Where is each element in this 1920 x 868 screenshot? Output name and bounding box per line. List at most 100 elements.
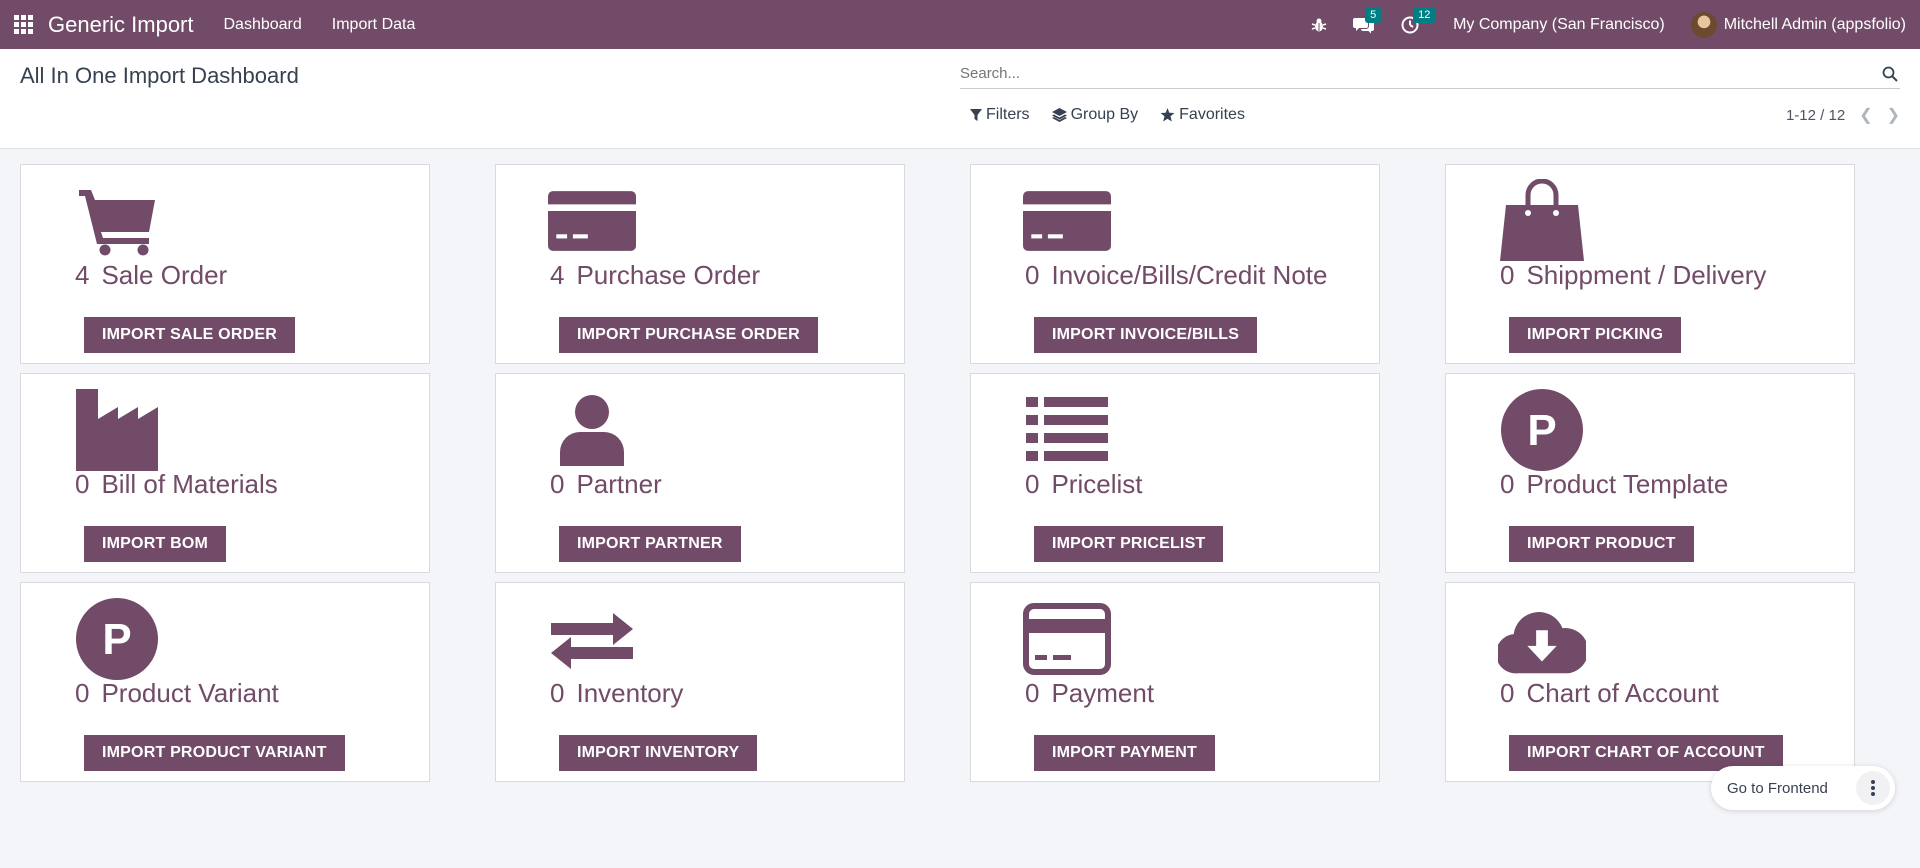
filters-button[interactable]: Filters — [970, 106, 1030, 124]
user-icon — [548, 388, 636, 472]
import-invoice-bills-button[interactable]: IMPORT INVOICE/BILLS — [1034, 317, 1258, 353]
card-title: 0 Payment — [1025, 678, 1154, 709]
group-by-label: Group By — [1070, 106, 1139, 123]
import-inventory-button[interactable]: IMPORT INVENTORY — [559, 735, 758, 771]
user-name: Mitchell Admin (appsfolio) — [1723, 15, 1906, 33]
more-options-icon[interactable] — [1856, 771, 1890, 805]
go-to-frontend-button[interactable]: Go to Frontend — [1711, 780, 1856, 797]
cart-icon — [73, 179, 161, 263]
search-input[interactable] — [960, 65, 1880, 82]
import-payment-button[interactable]: IMPORT PAYMENT — [1034, 735, 1216, 771]
card-label: Payment — [1051, 678, 1155, 708]
card-title: 0 Pricelist — [1025, 469, 1142, 500]
card-label: Product Template — [1526, 469, 1729, 499]
import-purchase-order-button[interactable]: IMPORT PURCHASE ORDER — [559, 317, 818, 353]
card-inventory: 0 Inventory IMPORT INVENTORY — [495, 582, 905, 782]
card-title: 0 Partner — [550, 469, 662, 500]
card-count: 0 — [1025, 469, 1040, 499]
card-title: 0 Invoice/Bills/Credit Note — [1025, 260, 1327, 291]
cloud-download-icon — [1498, 597, 1586, 681]
card-sale-order: 4 Sale Order IMPORT SALE ORDER — [20, 164, 430, 364]
messages-icon[interactable]: 5 — [1353, 6, 1382, 34]
card-title: 0 Inventory — [550, 678, 683, 709]
card-label: Pricelist — [1051, 469, 1143, 499]
svg-text:P: P — [102, 615, 131, 664]
pager-previous-icon[interactable]: ❮ — [1859, 105, 1872, 125]
card-product-template: P 0 Product Template IMPORT PRODUCT — [1445, 373, 1855, 573]
control-panel: All In One Import Dashboard Filters Grou… — [0, 49, 1920, 149]
bug-icon[interactable] — [1311, 17, 1327, 33]
import-product-button[interactable]: IMPORT PRODUCT — [1509, 526, 1694, 562]
search-icon[interactable] — [1880, 66, 1900, 82]
card-count: 0 — [550, 469, 565, 499]
parking-circle-icon: P — [1498, 388, 1586, 472]
credit-card-icon — [548, 179, 636, 263]
card-label: Bill of Materials — [101, 469, 278, 499]
filter-icon — [970, 108, 982, 121]
import-partner-button[interactable]: IMPORT PARTNER — [559, 526, 741, 562]
card-title: 4 Purchase Order — [550, 260, 760, 291]
card-bill-of-materials: 0 Bill of Materials IMPORT BOM — [20, 373, 430, 573]
card-label: Purchase Order — [576, 260, 760, 290]
menu-dashboard[interactable]: Dashboard — [224, 16, 302, 34]
credit-card-outline-icon — [1023, 597, 1111, 681]
group-by-button[interactable]: Group By — [1051, 106, 1139, 124]
search-bar — [960, 59, 1900, 89]
card-partner: 0 Partner IMPORT PARTNER — [495, 373, 905, 573]
card-count: 0 — [1500, 678, 1515, 708]
card-count: 0 — [75, 469, 90, 499]
credit-card-icon — [1023, 179, 1111, 263]
pager-next-icon[interactable]: ❯ — [1887, 105, 1900, 125]
parking-circle-icon: P — [73, 597, 161, 681]
search-options: Filters Group By Favorites — [970, 106, 1267, 124]
favorites-label: Favorites — [1179, 106, 1245, 123]
card-title: 0 Product Variant — [75, 678, 279, 709]
import-picking-button[interactable]: IMPORT PICKING — [1509, 317, 1682, 353]
card-label: Chart of Account — [1526, 678, 1719, 708]
import-bom-button[interactable]: IMPORT BOM — [84, 526, 226, 562]
card-count: 0 — [1025, 260, 1040, 290]
pager: 1-12 / 12 ❮ ❯ — [1786, 105, 1900, 125]
layers-icon — [1051, 108, 1067, 122]
card-label: Shippment / Delivery — [1526, 260, 1767, 290]
messages-badge: 5 — [1365, 6, 1382, 23]
user-menu[interactable]: Mitchell Admin (appsfolio) — [1690, 11, 1906, 38]
favorites-button[interactable]: Favorites — [1160, 106, 1245, 124]
card-shipment-delivery: 0 Shippment / Delivery IMPORT PICKING — [1445, 164, 1855, 364]
import-sale-order-button[interactable]: IMPORT SALE ORDER — [84, 317, 295, 353]
company-switcher[interactable]: My Company (San Francisco) — [1453, 16, 1665, 34]
star-icon — [1160, 108, 1175, 122]
card-label: Sale Order — [101, 260, 228, 290]
card-count: 0 — [1500, 469, 1515, 499]
menu-import-data[interactable]: Import Data — [332, 16, 416, 34]
shopping-bag-icon — [1498, 179, 1586, 263]
card-product-variant: P 0 Product Variant IMPORT PRODUCT VARIAN… — [20, 582, 430, 782]
card-label: Product Variant — [101, 678, 279, 708]
avatar — [1690, 11, 1717, 38]
activity-clock-icon[interactable]: 12 — [1401, 6, 1436, 34]
card-count: 4 — [75, 260, 90, 290]
frontend-floating-bar: Go to Frontend — [1711, 766, 1895, 810]
card-label: Inventory — [576, 678, 684, 708]
card-pricelist: 0 Pricelist IMPORT PRICELIST — [970, 373, 1380, 573]
svg-text:P: P — [1527, 406, 1556, 455]
card-count: 0 — [1500, 260, 1515, 290]
card-title: 4 Sale Order — [75, 260, 227, 291]
card-count: 0 — [1025, 678, 1040, 708]
list-icon — [1023, 388, 1111, 472]
pager-value[interactable]: 1-12 / 12 — [1786, 107, 1845, 124]
card-title: 0 Product Template — [1500, 469, 1728, 500]
import-product-variant-button[interactable]: IMPORT PRODUCT VARIANT — [84, 735, 345, 771]
card-title: 0 Chart of Account — [1500, 678, 1719, 709]
app-name[interactable]: Generic Import — [48, 12, 194, 38]
card-invoice-bills: 0 Invoice/Bills/Credit Note IMPORT INVOIC… — [970, 164, 1380, 364]
import-pricelist-button[interactable]: IMPORT PRICELIST — [1034, 526, 1224, 562]
page-title: All In One Import Dashboard — [20, 63, 299, 88]
top-navbar: Generic Import Dashboard Import Data 5 1… — [0, 0, 1920, 49]
card-label: Partner — [576, 469, 662, 499]
apps-menu-icon[interactable] — [0, 0, 46, 49]
card-title: 0 Bill of Materials — [75, 469, 278, 500]
card-count: 0 — [75, 678, 90, 708]
card-chart-of-account: 0 Chart of Account IMPORT CHART OF ACCOUN… — [1445, 582, 1855, 782]
activities-badge: 12 — [1413, 6, 1436, 23]
